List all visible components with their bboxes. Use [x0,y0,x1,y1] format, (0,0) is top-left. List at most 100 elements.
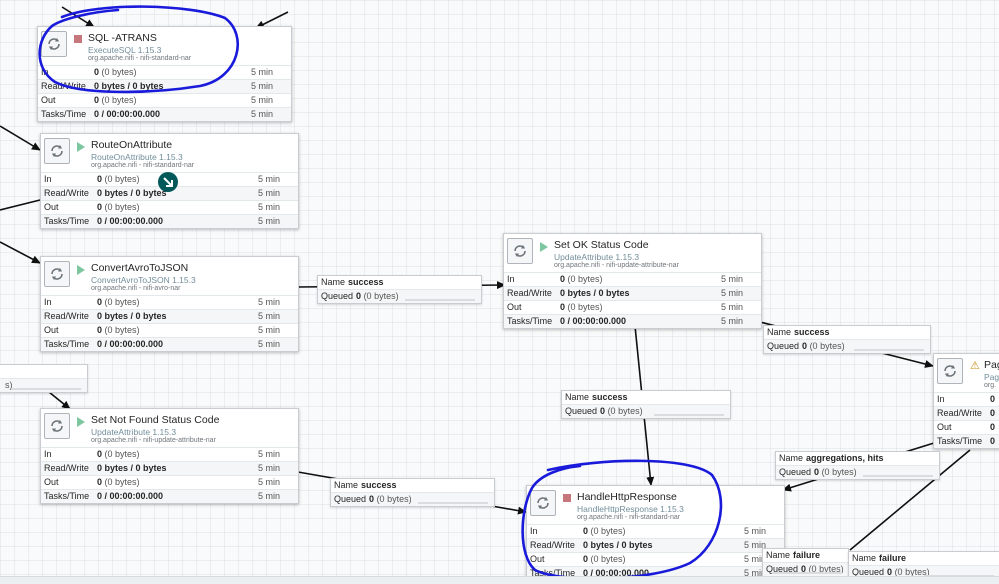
stat-value: 0 (0 bytes) [97,173,140,186]
stat-value: 0 (0 bytes) [97,448,140,461]
stat-count: 0 [990,394,996,404]
stat-value: 0 bytes / 0 bytes [97,311,167,321]
stat-label: Out [41,95,56,105]
stat-duration: 5 min [257,477,280,487]
stat-duration: 5 min [250,109,273,119]
connection-setok-to-handle[interactable]: Name success Queued 0 (0 bytes) [561,390,731,419]
flow-canvas[interactable]: SQL -ATRANS ExecuteSQL 1.15.3 org.apache.n… [0,0,999,584]
stat-value: 0 (0 bytes) [94,94,137,107]
stat-row-in: In 0 (0 bytes) 5 min [41,295,298,309]
stat-row-in: In 0 (0 bytes) 5 min [527,524,784,538]
stat-label: Read/Write [507,288,552,298]
stat-count: 0 [583,526,589,536]
processor-set-ok-status-code[interactable]: Set OK Status Code UpdateAttribute 1.15.3… [503,233,762,329]
processor-handle-http-response[interactable]: HandleHttpResponse HandleHttpResponse 1.1… [526,485,785,581]
stat-count: 0 [97,174,103,184]
connection-queued-row: Queued 0 (0 bytes) [776,465,939,479]
processor-set-not-found-status-code[interactable]: Set Not Found Status Code UpdateAttribute… [40,408,299,504]
stat-row-tasks-time: Tasks/Time 0 [934,434,999,448]
stat-row-in: In 0 [934,392,999,406]
stat-value: 0 [990,436,996,446]
stat-row-read-write: Read/Write 0 bytes / 0 bytes 5 min [527,538,784,552]
stat-label: Read/Write [937,408,982,418]
stat-value: 0 [990,421,995,434]
stat-duration: 5 min [257,216,280,226]
stat-duration: 5 min [720,288,743,298]
connection-queued-row: Queued 0 (0 bytes) [764,339,930,353]
connection-handle-failure[interactable]: Name failure Queued 0 (0 bytes) [762,548,849,577]
connection-notfound-to-handle[interactable]: Name success Queued 0 (0 bytes) [330,478,495,507]
processor-sql-atrans[interactable]: SQL -ATRANS ExecuteSQL 1.15.3 org.apache.n… [37,26,292,122]
stat-value: 0 (0 bytes) [94,66,137,79]
stat-row-out: Out 0 [934,420,999,434]
edge-left-to-convert [0,241,41,264]
stat-label: In [44,174,52,184]
processor-bundle: org.apache.nifi - nifi-standard-nar [88,55,192,62]
queue-progress-bar [11,388,81,390]
stat-bytes: (0 bytes) [567,302,603,312]
stat-duration: 5 min [250,67,273,77]
stat-row-out: Out 0 (0 bytes) 5 min [38,93,291,107]
queued-count: 0 [814,467,820,477]
queued-count: 0 [356,291,362,301]
connection-name-row: Name success [318,276,481,289]
queue-progress-bar [654,414,724,416]
stat-duration: 5 min [250,81,273,91]
stat-label: In [41,67,49,77]
stat-duration: 5 min [257,491,280,501]
processor-bundle: org.apache.nifi - nifi-standard-nar [577,514,681,521]
processor-icon [44,413,70,439]
queued-count: 0 [369,494,375,504]
processor-name: HandleHttpResponse [577,491,677,503]
connection-queued-value: 0 (0 bytes) [369,494,412,504]
stat-value: 0 / 00:00:00.000 [97,491,164,501]
warning-icon[interactable]: ⚠ [970,361,980,372]
connection-left-partial[interactable]: s) [0,364,88,393]
queued-bytes: (0 bytes) [363,291,399,301]
connection-name: success [361,480,397,490]
stat-label: Out [507,302,522,312]
connection-name-label: Name [334,480,359,490]
stat-row-tasks-time: Tasks/Time 0 / 00:00:00.000 5 min [38,107,291,121]
edge-top-left-to-sql [61,6,95,28]
stat-label: In [937,394,945,404]
stat-value: 0 bytes / 0 bytes [560,288,630,298]
stat-value: 0 (0 bytes) [97,476,140,489]
connection-queued-row: Queued 0 (0 bytes) [763,562,848,576]
stat-value: 0 bytes / 0 bytes [97,188,167,198]
processor-type: UpdateAttribute 1.15.3 [91,427,177,437]
stat-row-in: In 0 (0 bytes) 5 min [38,65,291,79]
processor-type: UpdateAttribute 1.15.3 [554,252,640,262]
stat-row-tasks-time: Tasks/Time 0 / 00:00:00.000 5 min [41,337,298,351]
stat-value: 0 (0 bytes) [97,296,140,309]
stat-label: Out [530,554,545,564]
processor-header: Set OK Status Code UpdateAttribute 1.15.3… [504,234,761,272]
stat-row-read-write: Read/Write 0 bytes / 0 bytes 5 min [38,79,291,93]
processor-icon [44,261,70,287]
connection-setok-to-pag[interactable]: Name success Queued 0 (0 bytes) [763,325,931,354]
drag-connection-icon[interactable] [158,172,178,192]
queue-progress-bar [854,349,924,351]
stat-count: 0 [583,554,589,564]
processor-bundle: org.apache.nifi - nifi-standard-nar [91,162,195,169]
stat-label: Read/Write [44,188,89,198]
processor-header: SQL -ATRANS ExecuteSQL 1.15.3 org.apache.n… [38,27,291,65]
processor-convert-avro-to-json[interactable]: ConvertAvroToJSON ConvertAvroToJSON 1.15.… [40,256,299,352]
stat-value: 0 / 00:00:00.000 [94,109,161,119]
stat-duration: 5 min [720,274,743,284]
connection-pag-to-handle[interactable]: Name aggregations, hits Queued 0 (0 bytes) [775,451,940,480]
edge-route-left-out [0,199,41,211]
stat-bytes: (0 bytes) [104,325,140,335]
processor-pag[interactable]: ⚠PagPagorg.In0 Read/Write0Out0 Tasks/Tim… [933,353,999,449]
stat-label: Tasks/Time [44,491,90,501]
queued-count: 0 [802,341,808,351]
processor-bundle: org.apache.nifi - nifi-update-attribute-… [91,437,216,444]
connection-convert-to-setok[interactable]: Name success Queued 0 (0 bytes) [317,275,482,304]
stat-value: 0 (0 bytes) [97,324,140,337]
stat-row-out: Out 0 (0 bytes) 5 min [527,552,784,566]
stat-count: 0 [560,274,566,284]
stat-bytes: (0 bytes) [101,67,137,77]
stat-duration: 5 min [257,449,280,459]
stat-duration: 5 min [257,202,280,212]
connection-name-label: Name [565,392,590,402]
